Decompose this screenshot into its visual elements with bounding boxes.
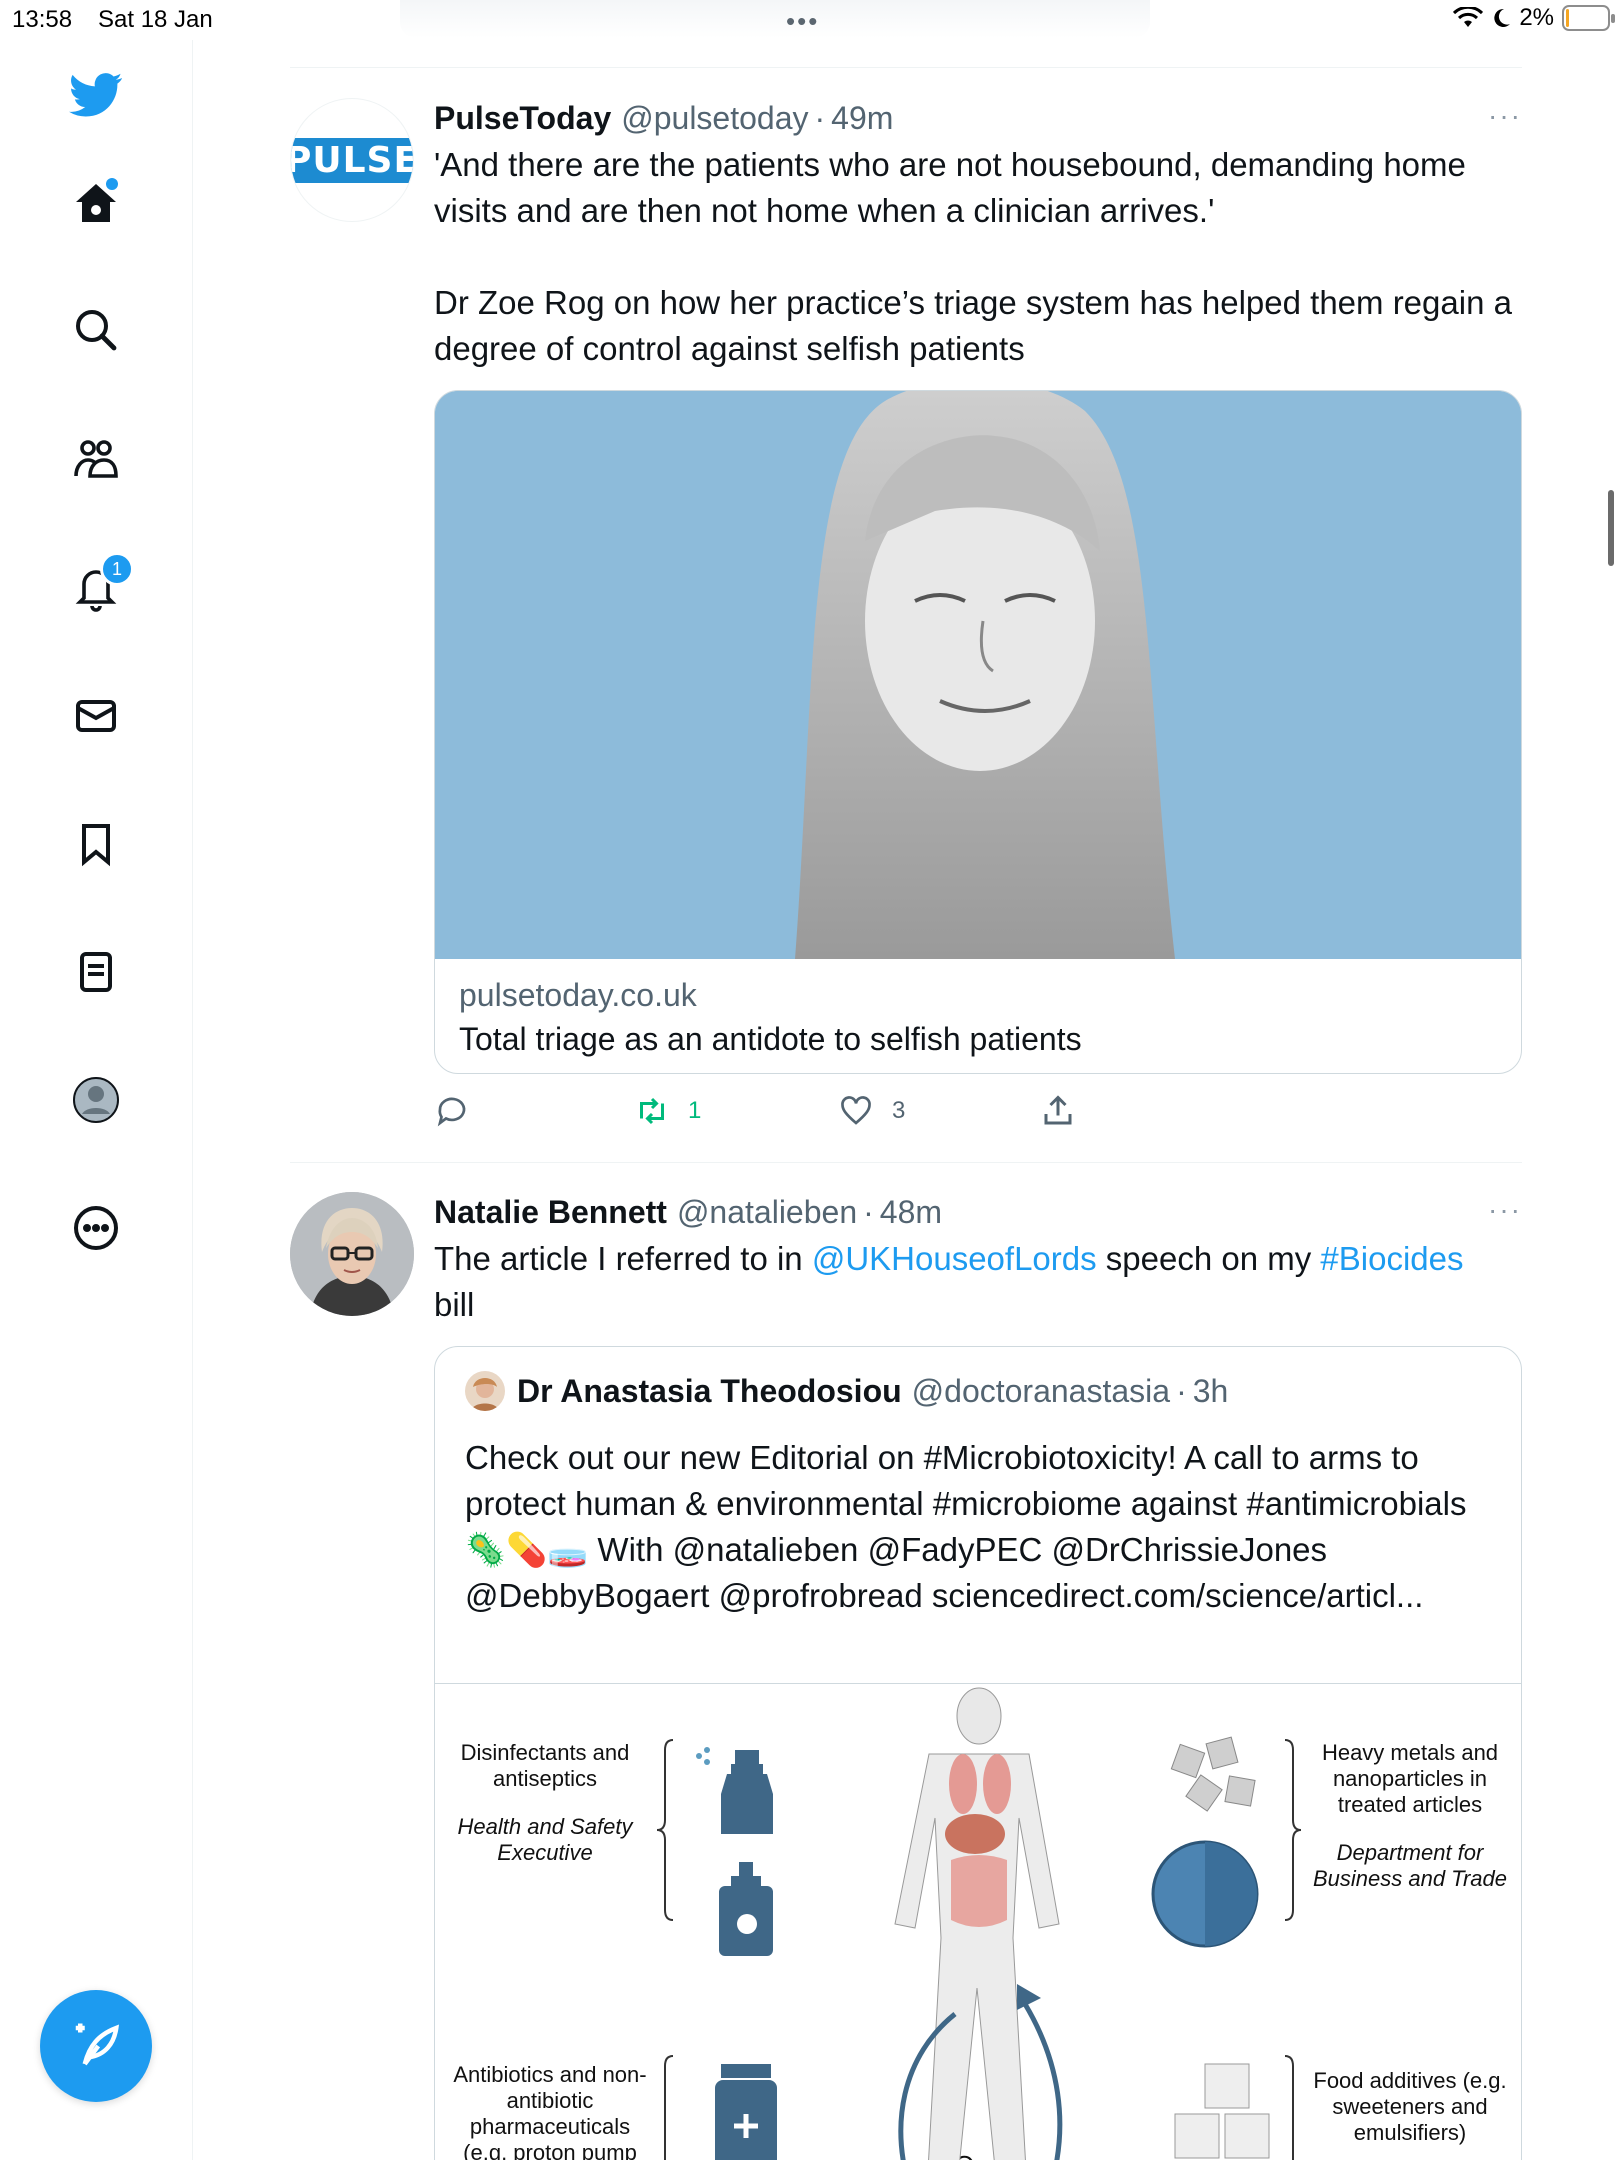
bookmarks-icon[interactable]: [60, 808, 132, 880]
reply-icon: [437, 1097, 466, 1127]
quote-avatar[interactable]: [465, 1371, 505, 1411]
compose-button[interactable]: [40, 1990, 152, 2102]
communities-icon[interactable]: [60, 424, 132, 496]
status-bar: 13:58 Sat 18 Jan ••• 2%: [0, 0, 1620, 40]
separator: ·: [814, 100, 826, 136]
notifications-icon[interactable]: 1: [60, 552, 134, 624]
top-banner: [400, 0, 1150, 38]
ig-top-right-agency: Department for Business and Trade: [1312, 1840, 1508, 1891]
separator: ·: [863, 1194, 874, 1230]
mention-link[interactable]: @UKHouseofLords: [812, 1240, 1097, 1277]
like-count: 3: [892, 1097, 906, 1124]
tweet-header: PulseToday @pulsetoday · 49m ···: [434, 98, 1522, 138]
sidebar: 1: [0, 40, 193, 2160]
ig-top-left-title: Disinfectants and antiseptics: [460, 1740, 630, 1791]
scrollbar[interactable]: [1608, 490, 1614, 566]
compose-icon: [75, 2023, 120, 2066]
link-card[interactable]: pulsetoday.co.uk Total triage as an anti…: [434, 390, 1522, 1074]
moon-icon: [1494, 8, 1511, 27]
more-options-icon[interactable]: ···: [1488, 1190, 1522, 1230]
quote-header: Dr Anastasia Theodosiou @doctoranastasia…: [465, 1371, 1228, 1411]
lists-icon[interactable]: [60, 936, 132, 1008]
share-button[interactable]: [1040, 1093, 1076, 1129]
author-name[interactable]: PulseToday: [434, 98, 611, 138]
ig-top-right-title: Heavy metals and nanoparticles in treate…: [1321, 1740, 1499, 1817]
profile-icon[interactable]: [60, 1064, 132, 1136]
multitask-dots[interactable]: •••: [786, 6, 819, 37]
feed-divider: [290, 67, 1522, 68]
twitter-logo-icon[interactable]: [60, 58, 132, 130]
tweet-header: Natalie Bennett @natalieben · 48m ···: [434, 1192, 1522, 1232]
tweet-time[interactable]: 48m: [880, 1192, 942, 1232]
home-icon[interactable]: [60, 168, 132, 240]
wifi-icon: [1453, 7, 1484, 27]
status-time: 13:58: [12, 6, 73, 33]
quote-time[interactable]: 3h: [1193, 1373, 1229, 1410]
battery-percent: 2%: [1519, 4, 1554, 31]
ig-bottom-left-title: Antibiotics and non-antibiotic pharmaceu…: [453, 2062, 647, 2160]
portrait-illustration: [435, 391, 1521, 959]
author-avatar[interactable]: [290, 1192, 414, 1316]
card-meta: pulsetoday.co.uk Total triage as an anti…: [435, 959, 1521, 1073]
card-title: Total triage as an antidote to selfish p…: [459, 1021, 1082, 1057]
card-image: [435, 391, 1521, 959]
card-domain: pulsetoday.co.uk: [459, 977, 697, 1013]
status-right: 2%: [1453, 4, 1615, 32]
quote-text: Check out our new Editorial on #Microbio…: [465, 1439, 1467, 1614]
text-segment: The article I referred to in: [434, 1240, 812, 1277]
text-segment: bill: [434, 1286, 475, 1323]
like-button[interactable]: 3: [838, 1093, 905, 1129]
messages-icon[interactable]: [60, 680, 132, 752]
quote-author[interactable]: Dr Anastasia Theodosiou: [517, 1373, 902, 1410]
quoted-tweet[interactable]: Dr Anastasia Theodosiou @doctoranastasia…: [434, 1346, 1522, 2160]
separator: ·: [1176, 1372, 1187, 1409]
avatar-photo: [290, 1192, 414, 1316]
notification-badge: 1: [100, 552, 134, 586]
heart-icon: [841, 1096, 871, 1125]
status-date: Sat 18 Jan: [98, 6, 213, 33]
author-avatar[interactable]: PULSE: [290, 98, 414, 222]
ig-top-left-agency: Health and Safety Executive: [457, 1814, 633, 1865]
author-handle[interactable]: @pulsetoday: [621, 98, 808, 138]
pulse-logo: PULSE: [291, 137, 413, 183]
retweet-button[interactable]: 1: [634, 1093, 701, 1129]
home-unread-dot: [106, 178, 118, 190]
tweet-body: Natalie Bennett @natalieben · 48m ··· Th…: [434, 1192, 1522, 1328]
ig-bottom-right-title: Food additives (e.g. sweeteners and emul…: [1313, 2068, 1507, 2145]
share-icon: [1044, 1095, 1072, 1125]
retweet-count: 1: [688, 1097, 702, 1124]
more-icon[interactable]: [60, 1192, 132, 1264]
tweet-text: The article I referred to in @UKHouseofL…: [434, 1236, 1522, 1328]
infographic-image: Disinfectants and antiseptics Health and…: [435, 1683, 1521, 2160]
reply-button[interactable]: [434, 1093, 488, 1129]
author-name[interactable]: Natalie Bennett: [434, 1192, 667, 1232]
more-options-icon[interactable]: ···: [1488, 96, 1522, 136]
feed-divider: [290, 1162, 1522, 1163]
tweet-body: PulseToday @pulsetoday · 49m ··· 'And th…: [434, 98, 1522, 372]
author-handle[interactable]: @natalieben: [677, 1192, 857, 1232]
text-segment: speech on my: [1096, 1240, 1321, 1277]
retweet-icon: [640, 1097, 664, 1125]
hashtag-link[interactable]: #Biocides: [1320, 1240, 1463, 1277]
ig-center-label: One: [929, 2152, 1029, 2160]
tweet-time[interactable]: 49m: [831, 98, 893, 138]
battery-icon: [1562, 5, 1615, 31]
quote-handle[interactable]: @doctoranastasia: [912, 1373, 1170, 1410]
search-icon[interactable]: [60, 294, 132, 366]
tweet-text: 'And there are the patients who are not …: [434, 146, 1512, 367]
